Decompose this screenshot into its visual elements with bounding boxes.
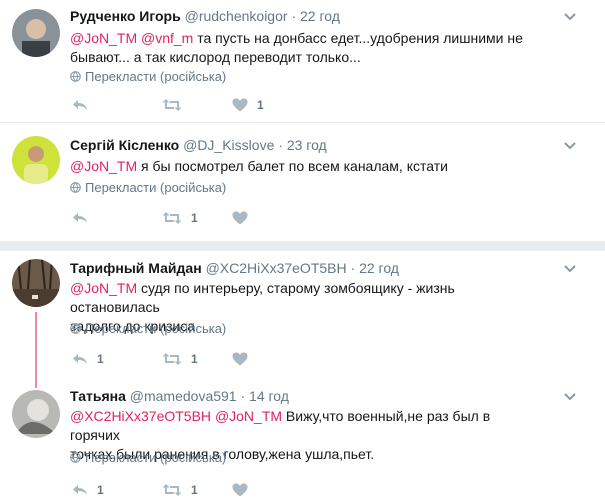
user-handle[interactable]: @mamedova591: [130, 388, 237, 404]
translate-link[interactable]: Перекласти (російська): [70, 180, 226, 195]
mention-link[interactable]: @JoN_TM: [70, 280, 137, 296]
tweet-text: @JoN_TM @vnf_m та пусть на донбасс едет.…: [70, 29, 540, 67]
reply-icon: [73, 213, 87, 223]
tweet-header: Татьяна @mamedova591 · 14 год: [70, 388, 289, 404]
avatar[interactable]: [12, 9, 60, 57]
translate-link[interactable]: Перекласти (російська): [70, 450, 226, 465]
avatar[interactable]: [12, 136, 60, 184]
tweet-actions: 1 1: [70, 350, 370, 368]
user-name[interactable]: Тарифный Майдан: [70, 260, 202, 276]
reply-count: 1: [97, 352, 104, 366]
retweet-icon: [162, 484, 182, 496]
timestamp[interactable]: 22 год: [300, 8, 340, 24]
tweet-header: Сергій Кісленко @DJ_Kisslove · 23 год: [70, 137, 327, 153]
globe-icon: [70, 71, 81, 82]
reply-count: 1: [97, 483, 104, 497]
translate-label: Перекласти (російська): [85, 69, 227, 84]
tweet-tarifny[interactable]: Тарифный Майдан @XC2HiXx37eOT5BH · 22 го…: [0, 251, 605, 373]
user-name[interactable]: Сергій Кісленко: [70, 137, 179, 153]
separator-dot: ·: [278, 137, 283, 153]
user-handle[interactable]: @DJ_Kisslove: [183, 137, 274, 153]
tweet-kislenko[interactable]: Сергій Кісленко @DJ_Kisslove · 23 год @J…: [0, 123, 605, 241]
retweet-icon: [162, 212, 182, 224]
chevron-down-icon[interactable]: [563, 12, 577, 22]
translate-label: Перекласти (російська): [85, 321, 227, 336]
user-handle[interactable]: @XC2HiXx37eOT5BH: [206, 260, 347, 276]
timestamp[interactable]: 22 год: [359, 260, 399, 276]
tweet-text-line: та пусть на донбасс едет...удобрения лиш…: [193, 30, 523, 46]
retweet-count: 1: [191, 483, 198, 497]
chevron-down-icon[interactable]: [563, 141, 577, 151]
separator-dot: ·: [350, 260, 356, 276]
reply-icon: [73, 100, 87, 110]
tweet-header: Тарифный Майдан @XC2HiXx37eOT5BH · 22 го…: [70, 260, 399, 276]
reply-button[interactable]: [72, 96, 88, 114]
like-button[interactable]: [232, 209, 248, 227]
avatar[interactable]: [12, 390, 60, 438]
tweet-text: @JoN_TM я бы посмотрел балет по всем кан…: [70, 157, 540, 176]
mention-link[interactable]: @XC2HiXx37eOT5BH: [70, 408, 211, 424]
timestamp[interactable]: 23 год: [287, 137, 327, 153]
tweet-rudchenko[interactable]: Рудченко Игорь @rudchenkoigor · 22 год @…: [0, 0, 605, 122]
retweet-button[interactable]: [162, 96, 191, 114]
retweet-button[interactable]: 1: [162, 350, 198, 368]
divider: [0, 241, 605, 251]
tweet-text-line: я бы посмотрел балет по всем каналам, кс…: [137, 158, 448, 174]
tweet-header: Рудченко Игорь @rudchenkoigor · 22 год: [70, 8, 340, 24]
retweet-icon: [162, 99, 182, 111]
heart-icon: [232, 352, 248, 366]
mention-link[interactable]: @vnf_m: [141, 30, 193, 46]
chevron-down-icon[interactable]: [563, 392, 577, 402]
reply-button[interactable]: [72, 209, 88, 227]
translate-link[interactable]: Перекласти (російська): [70, 69, 226, 84]
translate-label: Перекласти (російська): [85, 180, 227, 195]
translate-label: Перекласти (російська): [85, 450, 227, 465]
heart-icon: [232, 483, 248, 497]
chevron-down-icon[interactable]: [563, 264, 577, 274]
like-button[interactable]: [232, 481, 248, 499]
globe-icon: [70, 323, 81, 334]
globe-icon: [70, 452, 81, 463]
timestamp[interactable]: 14 год: [249, 388, 289, 404]
translate-link[interactable]: Перекласти (російська): [70, 321, 226, 336]
like-button[interactable]: [232, 350, 248, 368]
heart-icon: [232, 211, 248, 225]
tweet-actions: 1 1: [70, 481, 370, 499]
tweet-actions: 1: [70, 96, 370, 114]
user-name[interactable]: Татьяна: [70, 388, 126, 404]
retweet-icon: [162, 353, 182, 365]
like-count: 1: [257, 98, 264, 112]
reply-button[interactable]: 1: [72, 481, 104, 499]
user-name[interactable]: Рудченко Игорь: [70, 8, 181, 24]
retweet-button[interactable]: 1: [162, 209, 198, 227]
tweet-text-line: бывают... а так кислород переводит тольк…: [70, 49, 361, 65]
tweet-tatyana[interactable]: Татьяна @mamedova591 · 14 год @XC2HiXx37…: [0, 380, 605, 501]
avatar[interactable]: [12, 259, 60, 307]
retweet-count: 1: [191, 352, 198, 366]
mention-link[interactable]: @JoN_TM: [215, 408, 282, 424]
separator-dot: ·: [291, 8, 297, 24]
retweet-count: 1: [191, 211, 198, 225]
tweet-actions: 1: [70, 209, 370, 227]
user-handle[interactable]: @rudchenkoigor: [185, 8, 288, 24]
globe-icon: [70, 182, 81, 193]
heart-icon: [232, 98, 248, 112]
mention-link[interactable]: @JoN_TM: [70, 158, 137, 174]
reply-icon: [73, 485, 87, 495]
like-button[interactable]: 1: [232, 96, 264, 114]
reply-icon: [73, 354, 87, 364]
reply-button[interactable]: 1: [72, 350, 104, 368]
retweet-button[interactable]: 1: [162, 481, 198, 499]
separator-dot: ·: [240, 388, 246, 404]
mention-link[interactable]: @JoN_TM: [70, 30, 137, 46]
